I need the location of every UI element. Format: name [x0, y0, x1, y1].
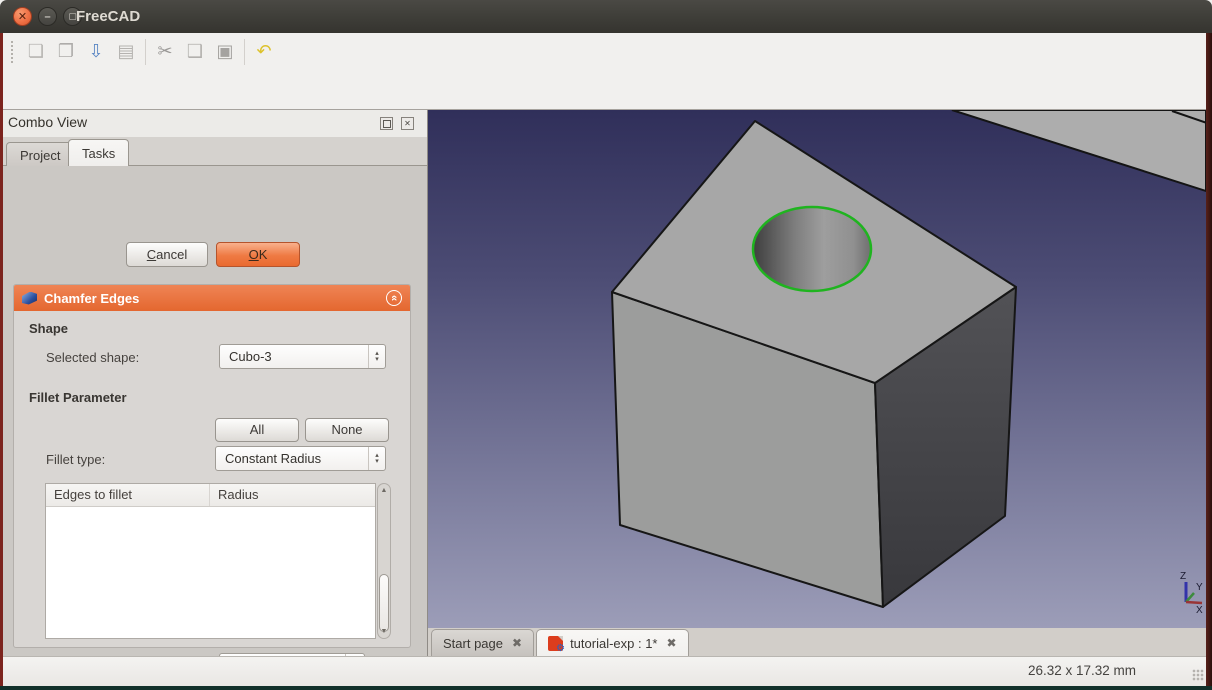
- spinner-icon[interactable]: [368, 345, 385, 368]
- cylindrical-hole-selected-edge[interactable]: [753, 207, 871, 291]
- cut-button[interactable]: ✂: [150, 37, 180, 67]
- copy-icon: ❑: [187, 41, 203, 62]
- scrollbar-thumb[interactable]: [379, 574, 389, 632]
- copy-button[interactable]: ❑: [180, 37, 210, 67]
- window-minimize-button[interactable]: –: [38, 7, 57, 26]
- title-bar: ✕ – ▢ FreeCAD: [0, 0, 1212, 33]
- 3d-viewport[interactable]: Z Y X: [428, 110, 1206, 628]
- fillet-parameter-heading: Fillet Parameter: [29, 390, 127, 405]
- chamfer-edges-taskbox: Chamfer Edges Shape Selected shape: Cubo…: [13, 284, 411, 648]
- print-button[interactable]: ▤: [111, 37, 141, 67]
- close-icon[interactable]: [512, 636, 522, 650]
- document-tab-bar: Start page tutorial-exp : 1*: [428, 628, 1206, 656]
- taskbox-header[interactable]: Chamfer Edges: [14, 285, 410, 311]
- freecad-document-icon: [548, 636, 563, 651]
- scroll-up-icon[interactable]: ▲: [378, 485, 390, 496]
- resize-grip[interactable]: [1192, 669, 1204, 681]
- window-border-right: [1206, 33, 1212, 686]
- toolbar-separator: [145, 39, 146, 65]
- tab-start-page[interactable]: Start page: [431, 629, 534, 656]
- paste-icon: ▣: [216, 41, 233, 62]
- column-header-radius[interactable]: Radius: [209, 484, 375, 506]
- window-close-button[interactable]: ✕: [13, 7, 32, 26]
- tasks-panel: Cancel OK Chamfer Edges Shape Selected s…: [0, 166, 427, 656]
- combo-view-panel: Combo View Project Tasks Cancel OK Chamf…: [0, 110, 428, 656]
- axis-x-label: X: [1196, 605, 1203, 616]
- edges-table: Edges to fillet Radius: [45, 483, 376, 639]
- axis-z-label: Z: [1180, 571, 1186, 582]
- cut-icon: ✂: [157, 41, 172, 62]
- tab-project[interactable]: Project: [6, 142, 74, 167]
- ok-button[interactable]: OK: [216, 242, 300, 267]
- new-document-button[interactable]: ❏: [21, 37, 51, 67]
- tab-tasks[interactable]: Tasks: [68, 139, 129, 167]
- edges-table-scrollbar[interactable]: ▲ ▼: [377, 483, 391, 639]
- collapse-icon[interactable]: [386, 290, 402, 306]
- toolbar-standard: ❏ ❐ ⇩ ▤ ✂ ❑ ▣ ↶: [0, 33, 1212, 70]
- combo-view-header: Combo View: [0, 110, 427, 137]
- panel-title: Combo View: [8, 114, 87, 130]
- toolbar-part-workbench: [0, 70, 1212, 110]
- axis-y-label: Y: [1196, 582, 1203, 593]
- panel-close-button[interactable]: [401, 117, 414, 130]
- save-icon: ⇩: [88, 41, 103, 62]
- panel-float-button[interactable]: [380, 117, 393, 130]
- axis-indicator: Z Y X: [1180, 571, 1203, 616]
- undo-button[interactable]: ↶: [249, 37, 279, 67]
- edges-table-header: Edges to fillet Radius: [46, 484, 375, 507]
- toolbar-separator: [244, 39, 245, 65]
- column-header-edges[interactable]: Edges to fillet: [46, 484, 209, 506]
- new-document-icon: ❏: [28, 41, 44, 62]
- undo-icon: ↶: [256, 41, 271, 62]
- cancel-button[interactable]: Cancel: [126, 242, 208, 267]
- chamfer-icon: [22, 292, 37, 305]
- paste-button[interactable]: ▣: [210, 37, 240, 67]
- window-border-left: [0, 33, 3, 686]
- dimension-readout: 26.32 x 17.32 mm: [1028, 663, 1136, 678]
- desktop-edge: [0, 686, 1212, 690]
- selected-shape-select[interactable]: Cubo-3: [219, 344, 386, 369]
- print-icon: ▤: [117, 41, 134, 62]
- toolbar-drag-handle[interactable]: [11, 41, 16, 63]
- status-bar: 26.32 x 17.32 mm: [0, 656, 1212, 686]
- save-button[interactable]: ⇩: [81, 37, 111, 67]
- close-icon[interactable]: [667, 636, 677, 650]
- shape-heading: Shape: [29, 321, 68, 336]
- combo-view-tabs: Project Tasks: [0, 137, 427, 166]
- fillet-type-select[interactable]: Constant Radius: [215, 446, 386, 471]
- taskbox-title: Chamfer Edges: [44, 291, 139, 306]
- open-folder-button[interactable]: ❐: [51, 37, 81, 67]
- background-slab-object[interactable]: [952, 110, 1206, 191]
- open-folder-icon: ❐: [58, 41, 74, 62]
- window-title: FreeCAD: [76, 0, 140, 33]
- select-none-button[interactable]: None: [305, 418, 389, 442]
- tab-tutorial-exp[interactable]: tutorial-exp : 1*: [536, 629, 689, 656]
- fillet-type-label: Fillet type:: [46, 452, 105, 467]
- scroll-down-icon[interactable]: ▼: [378, 626, 390, 637]
- select-all-button[interactable]: All: [215, 418, 299, 442]
- selected-shape-label: Selected shape:: [46, 350, 139, 365]
- spinner-icon[interactable]: [368, 447, 385, 470]
